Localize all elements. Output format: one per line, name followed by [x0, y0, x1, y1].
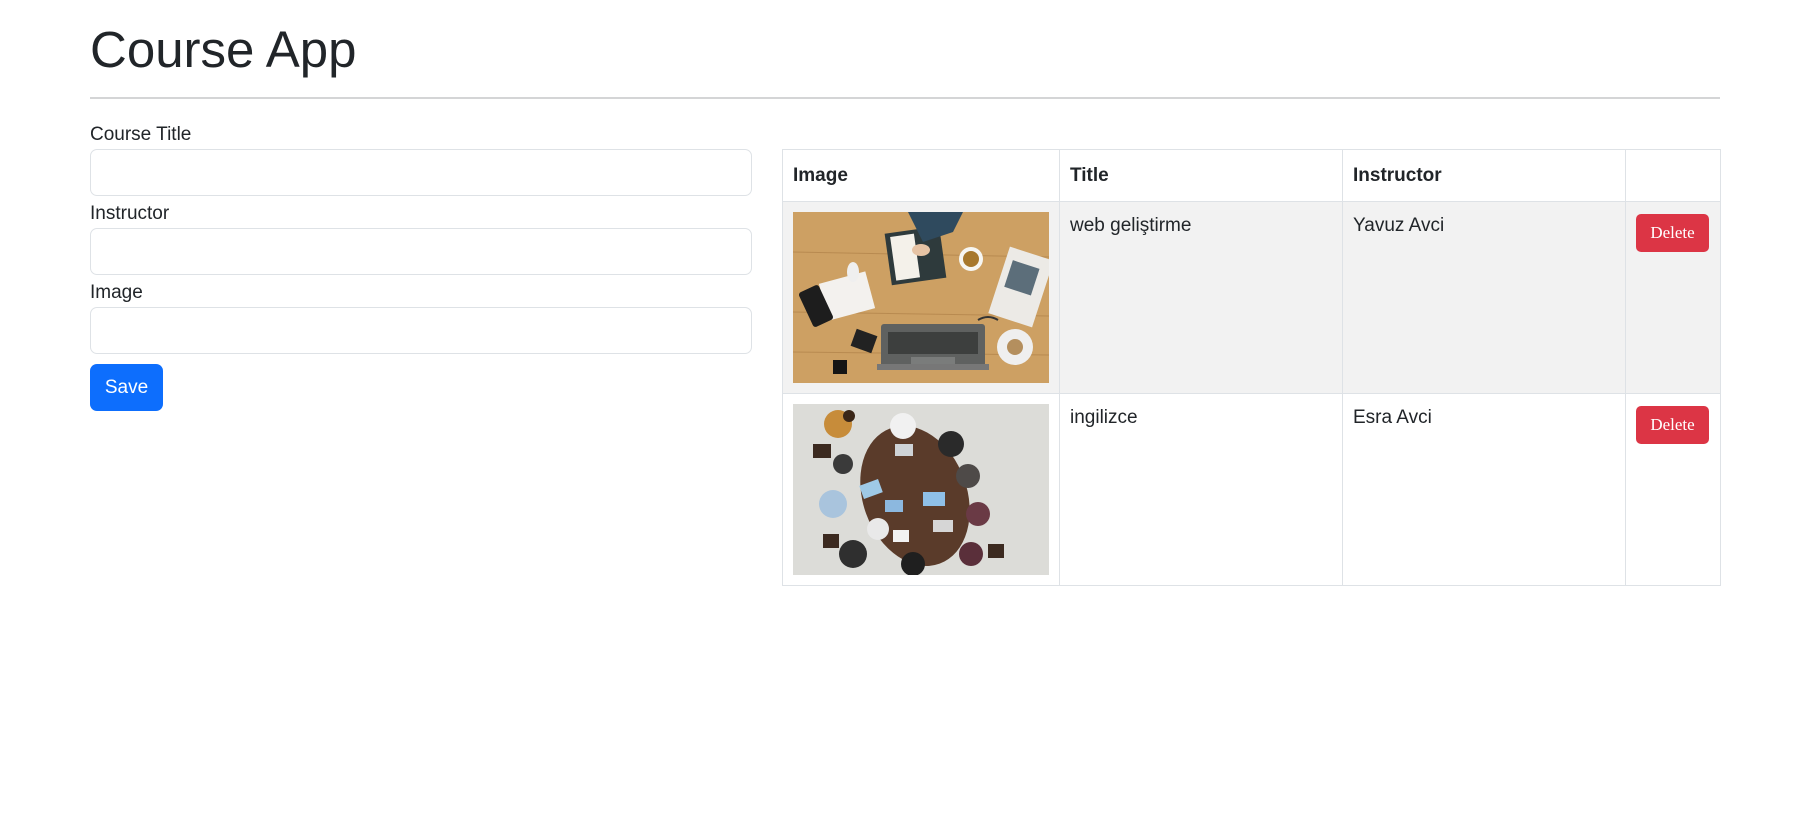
delete-button[interactable]: Delete	[1636, 214, 1709, 252]
column-header-image: Image	[782, 149, 1060, 202]
table-header-row: Image Title Instructor	[782, 149, 1721, 202]
page-title: Course App	[90, 21, 357, 78]
course-title-label: Course Title	[90, 124, 192, 145]
table-row: ingilizce Esra Avci Delete	[782, 393, 1721, 586]
table-row: web geliştirme Yavuz Avci Delete	[782, 201, 1721, 394]
save-button[interactable]: Save	[90, 364, 163, 411]
column-header-actions	[1625, 149, 1721, 202]
title-divider	[90, 97, 1720, 99]
image-label: Image	[90, 282, 143, 303]
image-input[interactable]	[90, 307, 752, 354]
courses-table: Image Title Instructor web geliştirme Ya…	[782, 149, 1721, 586]
team-meeting-photo-icon	[793, 404, 1049, 575]
course-actions-cell: Delete	[1625, 201, 1721, 394]
instructor-input[interactable]	[90, 228, 752, 275]
course-title-input[interactable]	[90, 149, 752, 196]
column-header-title: Title	[1059, 149, 1343, 202]
desk-laptop-photo-icon	[793, 212, 1049, 383]
course-image-cell	[782, 201, 1060, 394]
course-title-cell: ingilizce	[1059, 393, 1343, 586]
course-title-cell: web geliştirme	[1059, 201, 1343, 394]
course-instructor-cell: Yavuz Avci	[1342, 201, 1626, 394]
course-instructor-cell: Esra Avci	[1342, 393, 1626, 586]
course-actions-cell: Delete	[1625, 393, 1721, 586]
course-image-cell	[782, 393, 1060, 586]
delete-button[interactable]: Delete	[1636, 406, 1709, 444]
courses-table-wrapper: Image Title Instructor web geliştirme Ya…	[782, 149, 1721, 586]
instructor-label: Instructor	[90, 203, 170, 224]
column-header-instructor: Instructor	[1342, 149, 1626, 202]
course-form: Course Title Instructor Image Save	[90, 123, 752, 411]
